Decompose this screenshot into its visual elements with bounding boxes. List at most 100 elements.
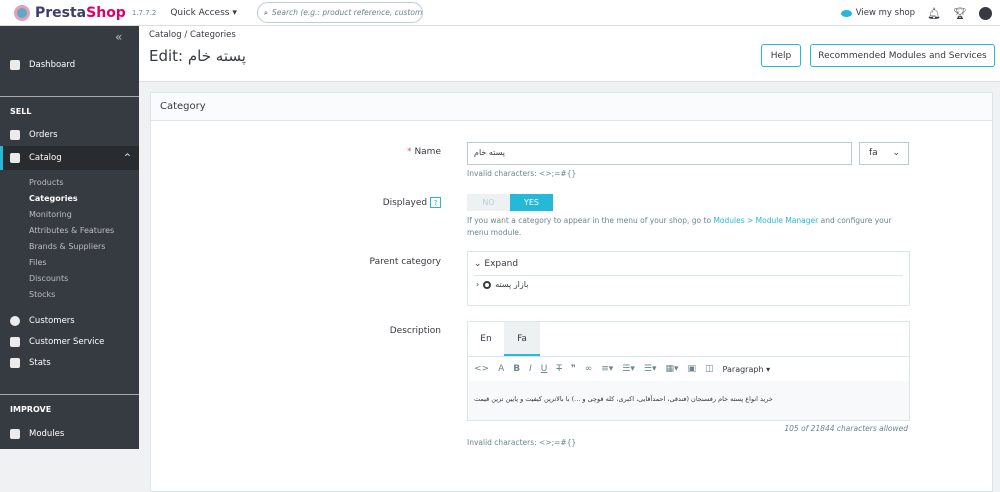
collapse-icon[interactable]: « <box>115 30 122 44</box>
quick-access-menu[interactable]: Quick Access ▾ <box>170 8 237 18</box>
chart-icon <box>10 358 20 368</box>
lang-value: fa <box>869 148 878 158</box>
sidebar-sub-discounts[interactable]: Discounts <box>29 274 68 283</box>
parent-value: بازار پسته <box>495 280 529 289</box>
page-header: Catalog / Categories Edit: پسته خام Help… <box>139 26 1000 82</box>
radio-selected-icon[interactable] <box>483 280 492 289</box>
search-input[interactable]: ⌕ Search (e.g.: product reference, custom… <box>256 2 423 23</box>
align-icon[interactable]: ≡▾ <box>601 364 613 374</box>
required-mark: * <box>407 147 412 157</box>
tree-node[interactable]: › بازار پسته <box>476 280 901 289</box>
label: Orders <box>29 130 58 140</box>
label-text: Displayed <box>382 198 428 208</box>
divider <box>0 96 139 97</box>
media-icon[interactable]: ◫ <box>705 364 714 374</box>
label: Customer Service <box>29 337 105 347</box>
view-my-shop-link[interactable]: View my shop <box>840 8 915 18</box>
label: Customers <box>29 316 75 326</box>
sidebar-sub-brands[interactable]: Brands & Suppliers <box>29 242 105 251</box>
top-bar: Presta Shop 1.7.7.2 Quick Access ▾ ⌕ Searc… <box>0 0 1000 26</box>
sidebar-sub-monitoring[interactable]: Monitoring <box>29 210 72 219</box>
label-text: Name <box>414 147 441 157</box>
search-placeholder: Search (e.g.: product reference, custome… <box>272 8 423 17</box>
chevron-down-icon: ⌄ <box>892 148 900 158</box>
text-color-icon[interactable]: A <box>498 364 504 374</box>
card-title: Category <box>151 93 992 121</box>
page-title: Edit: پسته خام <box>149 47 246 65</box>
sidebar-sub-attributes[interactable]: Attributes & Features <box>29 226 114 235</box>
sidebar-item-customer-service[interactable]: Customer Service <box>0 337 139 347</box>
invalid-chars-help: Invalid characters: <>;=#{} <box>467 438 577 447</box>
logo-icon <box>14 4 30 21</box>
category-card: Category * Name پسته خام fa ⌄ Invalid cha… <box>150 92 993 492</box>
table-icon[interactable]: ▦▾ <box>665 364 678 374</box>
brand-part: Presta <box>35 4 87 21</box>
underline-icon[interactable]: U <box>541 364 548 374</box>
sidebar-sub-products[interactable]: Products <box>29 178 64 187</box>
italic-icon[interactable]: I <box>529 364 532 374</box>
code-icon[interactable]: <> <box>474 364 489 374</box>
editor-toolbar: <> A B I U T ❞ ∞ ≡▾ ☰▾ ☰▾ ▦▾ ▣ ◫ Paragraph ▾ <box>468 357 909 381</box>
sidebar-item-stats[interactable]: Stats <box>0 358 139 368</box>
chevron-right-icon[interactable]: › <box>476 280 479 289</box>
module-manager-link[interactable]: Modules > Module Manager <box>713 216 818 225</box>
quote-icon[interactable]: ❞ <box>571 364 576 374</box>
expand-label: Expand <box>484 259 519 269</box>
displayed-switch[interactable]: NO YES <box>467 194 553 211</box>
category-tree: ⌄ Expand › بازار پسته <box>467 251 910 306</box>
invalid-chars-help: Invalid characters: <>;=#{} <box>467 169 577 178</box>
label: Catalog <box>29 153 62 163</box>
sidebar-sub-files[interactable]: Files <box>29 258 47 267</box>
trophy-icon[interactable]: 🏆︎ <box>953 7 967 20</box>
bullet-list-icon[interactable]: ☰▾ <box>622 364 635 374</box>
char-counter: 105 of 21844 characters allowed <box>784 424 908 433</box>
sidebar-item-catalog[interactable]: Catalog ^ <box>0 146 139 170</box>
sidebar-item-customers[interactable]: Customers <box>0 316 139 326</box>
expand-button[interactable]: ⌄ Expand <box>474 259 903 276</box>
eye-icon <box>840 9 852 17</box>
label: Modules <box>29 429 65 439</box>
name-input[interactable]: پسته خام <box>467 142 852 165</box>
bold-icon[interactable]: B <box>513 364 520 374</box>
link-icon[interactable]: ∞ <box>585 364 593 374</box>
help-button[interactable]: Help <box>761 44 801 67</box>
paragraph-select[interactable]: Paragraph ▾ <box>723 365 771 374</box>
description-content[interactable]: خرید انواع پسته خام رفسنجان (فندقی، احمد… <box>468 381 909 420</box>
breadcrumb-catalog[interactable]: Catalog <box>149 30 182 40</box>
trend-icon <box>10 60 20 70</box>
chat-icon <box>10 337 20 347</box>
parent-category-label: Parent category <box>369 257 441 267</box>
brand-part: Shop <box>86 4 126 21</box>
switch-no[interactable]: NO <box>467 194 510 211</box>
label: Stats <box>29 358 51 368</box>
breadcrumb: Catalog / Categories <box>149 30 236 40</box>
sidebar-sub-stocks[interactable]: Stocks <box>29 290 55 299</box>
image-icon[interactable]: ▣ <box>688 364 697 374</box>
section-improve: IMPROVE <box>10 405 52 414</box>
strikethrough-icon[interactable]: T <box>556 364 562 374</box>
chevron-down-icon: ⌄ <box>474 259 485 269</box>
recommended-modules-button[interactable]: Recommended Modules and Services <box>810 44 995 67</box>
sidebar-item-dashboard[interactable]: Dashboard <box>0 60 139 70</box>
prestashop-logo[interactable]: Presta Shop <box>14 4 126 21</box>
tab-en[interactable]: En <box>468 322 504 356</box>
account-icon[interactable] <box>979 6 992 20</box>
sidebar-item-modules[interactable]: Modules <box>0 429 139 439</box>
sidebar-sub-categories[interactable]: Categories <box>29 194 78 203</box>
sidebar-item-orders[interactable]: Orders <box>0 130 139 140</box>
numbered-list-icon[interactable]: ☰▾ <box>644 364 657 374</box>
divider <box>0 394 139 395</box>
breadcrumb-categories[interactable]: Categories <box>190 30 236 40</box>
description-label: Description <box>389 326 441 336</box>
label: Dashboard <box>29 60 76 70</box>
switch-yes[interactable]: YES <box>510 194 553 211</box>
store-icon <box>10 153 20 163</box>
version: 1.7.7.2 <box>131 8 157 17</box>
bell-icon[interactable]: 🔔︎ <box>927 7 941 20</box>
language-select[interactable]: fa ⌄ <box>859 142 909 165</box>
search-icon: ⌕ <box>263 7 269 17</box>
sidebar: « Dashboard SELL Orders Catalog ^ Product… <box>0 26 139 449</box>
help-icon[interactable]: ? <box>430 197 441 208</box>
puzzle-icon <box>10 429 20 439</box>
tab-fa[interactable]: Fa <box>504 322 540 356</box>
